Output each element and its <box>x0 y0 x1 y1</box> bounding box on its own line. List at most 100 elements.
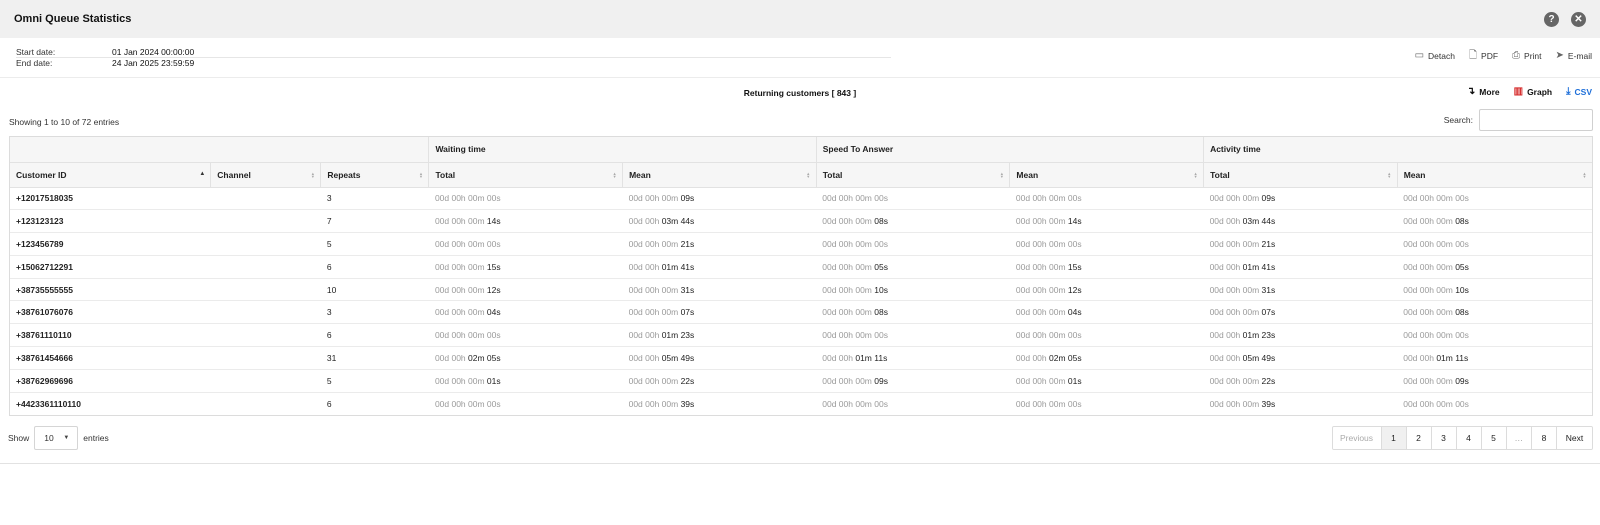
page-length-control: Show 10 ▼ entries <box>8 425 109 450</box>
caret-down-icon: ▼ <box>63 434 70 441</box>
column-header-label: Total <box>435 169 456 180</box>
close-icon[interactable]: ✕ <box>1571 11 1586 27</box>
date-range: Start date: 01 Jan 2024 00:00:00 End dat… <box>16 46 891 68</box>
time-prefix: 00d 00h <box>434 352 469 363</box>
end-date-label: End date: <box>16 58 53 68</box>
time-prefix: 00d 00h 00m <box>1209 398 1262 409</box>
time-value: 02m 05s <box>468 352 501 363</box>
cell-channel <box>210 187 321 211</box>
table-controls: Showing 1 to 10 of 72 entries Search: <box>0 108 1600 136</box>
cell-waiting-mean: 00d 00h 01m 41s <box>622 255 817 279</box>
paper-plane-icon: ➤ <box>1555 50 1564 61</box>
time-prefix: 00d 00h 00m <box>1209 193 1262 204</box>
cell-repeats: 10 <box>320 278 429 302</box>
time-prefix: 00d 00h 00m <box>822 216 875 227</box>
search-area: Search: <box>1444 109 1593 131</box>
page-button-1[interactable]: 1 <box>1381 426 1407 449</box>
time-value: 04s <box>1067 307 1082 318</box>
column-header-customer-id[interactable]: Customer ID ▲ <box>10 162 212 188</box>
table-footer: Show 10 ▼ entries Previous 1 2 3 4 5… 8 Next <box>0 416 1600 464</box>
cell-activity-total: 00d 00h 01m 23s <box>1203 323 1398 348</box>
graph-label: Graph <box>1527 87 1553 97</box>
time-value: 22s <box>680 375 695 386</box>
time-prefix: 00d 00h 00m <box>1403 307 1456 318</box>
help-icon[interactable]: ? <box>1544 11 1559 27</box>
cell-repeats: 5 <box>320 369 429 393</box>
page-button-8[interactable]: 8 <box>1532 426 1557 449</box>
page-button-5[interactable]: 5 <box>1481 426 1507 449</box>
cell-repeats: 3 <box>320 300 429 325</box>
cell-channel <box>210 255 321 279</box>
next-page-button[interactable]: Next <box>1557 426 1592 449</box>
page-length-select[interactable]: 10 ▼ <box>34 425 79 450</box>
more-button[interactable]: ↴ More <box>1467 87 1500 98</box>
print-button[interactable]: ⎙ Print <box>1512 50 1541 62</box>
time-value: 10s <box>1455 284 1469 295</box>
column-header-activity-total[interactable]: Total ▲▼ <box>1203 162 1398 188</box>
email-button[interactable]: ➤ E-mail <box>1555 50 1592 62</box>
detach-button[interactable]: ▭ Detach <box>1415 51 1455 62</box>
time-prefix: 00d 00h 00m <box>628 375 681 386</box>
column-header-waiting-mean[interactable]: Mean ▲▼ <box>622 162 817 188</box>
cell-activity-mean: 00d 00h 00m 00s <box>1397 323 1592 348</box>
cell-activity-total: 00d 00h 05m 49s <box>1203 346 1398 370</box>
time-value: 01s <box>486 375 501 386</box>
csv-button[interactable]: ⤓ CSV <box>1566 87 1592 98</box>
time-value: 01m 11s <box>1436 352 1469 363</box>
cell-speed-mean: 00d 00h 00m 01s <box>1009 369 1204 393</box>
cell-activity-mean: 00d 00h 00m 05s <box>1397 255 1592 279</box>
cell-waiting-mean: 00d 00h 00m 09s <box>622 187 817 211</box>
previous-page-button[interactable]: Previous <box>1332 426 1382 449</box>
time-prefix: 00d 00h 00m <box>434 284 487 295</box>
table-row: +12017518035 3 00d 00h 00m 00s 00d 00h 00m … <box>10 187 1592 211</box>
report-bar: Returning customers [ 843 ] ↴ More ▥ Gra… <box>0 78 1600 108</box>
export-actions: ▭ Detach 🗋 PDF ⎙ Print ➤ E-mail <box>1415 50 1592 62</box>
end-date-row: End date: 24 Jan 2025 23:59:59 <box>16 57 891 68</box>
graph-button[interactable]: ▥ Graph <box>1514 87 1553 98</box>
cell-activity-mean: 00d 00h 00m 00s <box>1397 187 1592 211</box>
page-button-4[interactable]: 4 <box>1456 426 1482 449</box>
cell-waiting-total: 00d 00h 00m 04s <box>428 300 623 325</box>
time-prefix: 00d 00h 00m <box>628 284 681 295</box>
pdf-button[interactable]: 🗋 PDF <box>1468 50 1498 62</box>
cell-speed-total: 00d 00h 00m 00s <box>816 392 1010 415</box>
cell-customer-id: +123456789 <box>10 232 211 256</box>
column-header-channel[interactable]: Channel ▲▼ <box>210 162 322 188</box>
sort-icon: ▲▼ <box>310 170 316 177</box>
file-icon: 🗋 <box>1468 50 1478 61</box>
pagination: Previous 1 2 3 4 5… 8 Next <box>1331 425 1593 450</box>
time-prefix: 00d 00h 00m <box>822 375 875 386</box>
time-value: 01m 23s <box>1242 330 1276 341</box>
column-header-label: Mean <box>1016 169 1039 180</box>
time-value: 07s <box>1261 307 1276 318</box>
column-header-activity-mean[interactable]: Mean ▲▼ <box>1397 162 1592 188</box>
time-prefix: 00d 00h 00m 00s <box>1403 330 1469 341</box>
time-prefix: 00d 00h 00m <box>1015 216 1068 227</box>
printer-icon: ⎙ <box>1512 50 1521 61</box>
column-header-repeats[interactable]: Repeats ▲▼ <box>320 162 430 188</box>
time-value: 09s <box>874 375 888 386</box>
window-title: Omni Queue Statistics <box>14 13 132 25</box>
cell-customer-id: +38735555555 <box>10 278 211 302</box>
cell-customer-id: +123123123 <box>10 209 211 234</box>
cell-speed-mean: 00d 00h 00m 00s <box>1009 232 1204 256</box>
time-prefix: 00d 00h 00m <box>1015 375 1068 386</box>
csv-label: CSV <box>1574 87 1592 97</box>
column-header-label: Mean <box>629 169 651 180</box>
column-header-speed-mean[interactable]: Mean ▲▼ <box>1009 162 1205 188</box>
page-button-2[interactable]: 2 <box>1406 426 1432 449</box>
table-body: +12017518035 3 00d 00h 00m 00s 00d 00h 00m … <box>10 187 1592 415</box>
search-input[interactable] <box>1479 109 1593 131</box>
page-button-3[interactable]: 3 <box>1431 426 1457 449</box>
time-prefix: 00d 00h <box>628 352 662 363</box>
time-prefix: 00d 00h 00m <box>1209 375 1262 386</box>
time-value: 22s <box>1261 375 1276 386</box>
column-header-speed-total[interactable]: Total ▲▼ <box>816 162 1011 188</box>
time-prefix: 00d 00h 00m <box>628 238 681 249</box>
time-value: 31s <box>680 284 695 295</box>
cell-activity-total: 00d 00h 00m 22s <box>1203 369 1398 393</box>
cell-waiting-total: 00d 00h 00m 15s <box>428 255 623 279</box>
time-prefix: 00d 00h <box>1209 216 1243 227</box>
column-header-waiting-total[interactable]: Total ▲▼ <box>428 162 624 188</box>
table-row: +15062712291 6 00d 00h 00m 15s 00d 00h 01m … <box>10 255 1592 279</box>
